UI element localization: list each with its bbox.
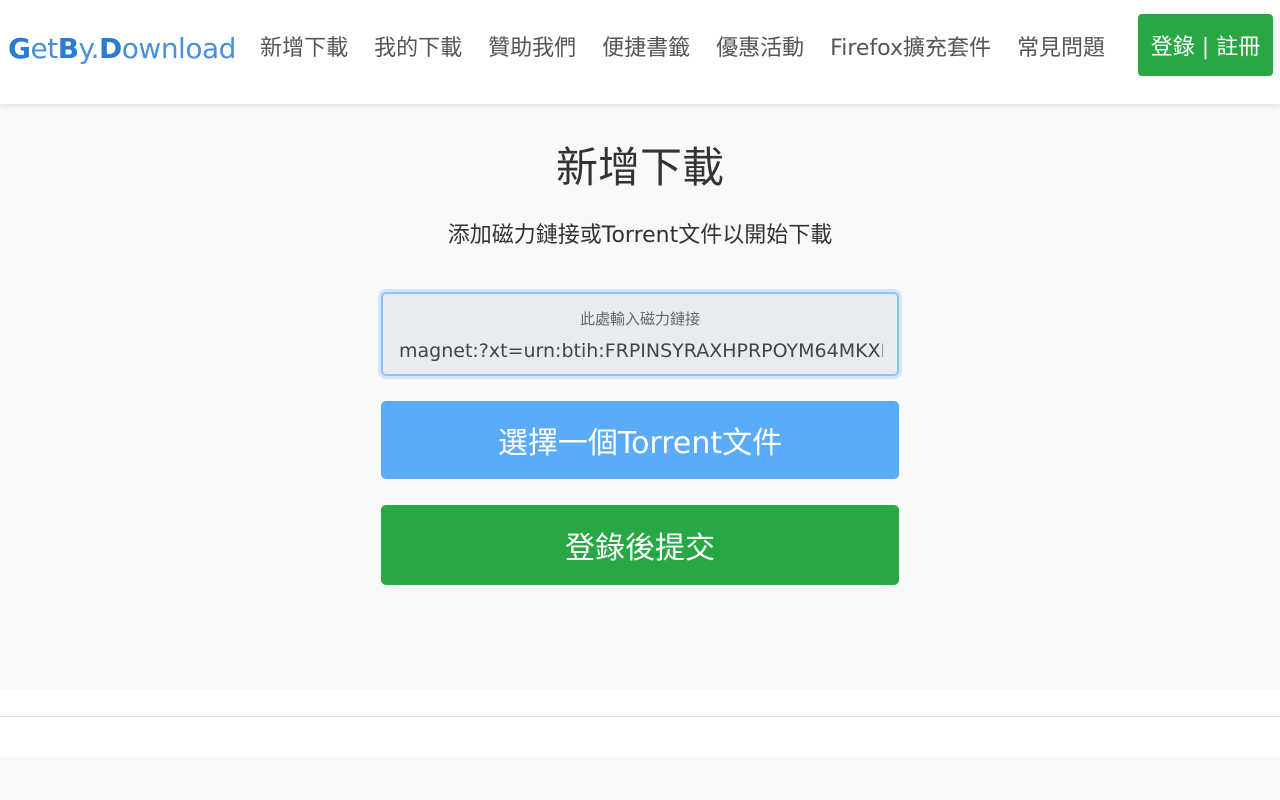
login-and-submit-button[interactable]: 登錄後提交 [381, 505, 899, 585]
brand-text-ownload: ownload [121, 31, 237, 65]
main-content: 新增下載 添加磁力鏈接或Torrent文件以開始下載 此處輸入磁力鏈接 選擇一個… [0, 104, 1280, 690]
nav-my-downloads[interactable]: 我的下載 [374, 30, 462, 62]
magnet-link-input[interactable] [399, 336, 883, 366]
nav-bookmarklet[interactable]: 便捷書籤 [602, 30, 690, 62]
footer-divider [0, 716, 1280, 717]
nav-faq[interactable]: 常見問題 [1017, 30, 1105, 62]
top-navbar: Get By. Download 新增下載 我的下載 贊助我們 便捷書籤 優惠活動 … [0, 0, 1280, 104]
login-register-button[interactable]: 登錄 | 註冊 [1138, 14, 1273, 76]
choose-torrent-file-button[interactable]: 選擇一個Torrent文件 [381, 401, 899, 479]
main-nav: 新增下載 我的下載 贊助我們 便捷書籤 優惠活動 Firefox擴充套件 常見問… [260, 26, 1105, 66]
page-title: 新增下載 [555, 143, 724, 192]
brand-text-et: et [30, 31, 58, 65]
nav-promotions[interactable]: 優惠活動 [716, 30, 804, 62]
brand-letter-b: B [57, 31, 79, 65]
magnet-link-field[interactable]: 此處輸入磁力鏈接 [381, 292, 899, 376]
magnet-link-label: 此處輸入磁力鏈接 [579, 310, 700, 328]
footer-band [0, 757, 1280, 800]
nav-new-download[interactable]: 新增下載 [260, 30, 348, 62]
brand-text-y: y. [78, 31, 100, 65]
brand-letter-d: D [99, 31, 122, 65]
nav-firefox-extension[interactable]: Firefox擴充套件 [830, 30, 991, 62]
page-subtitle: 添加磁力鏈接或Torrent文件以開始下載 [447, 223, 833, 248]
brand-letter-g: G [8, 31, 31, 65]
nav-sponsor[interactable]: 贊助我們 [488, 30, 576, 62]
brand-logo[interactable]: Get By. Download [8, 28, 236, 68]
